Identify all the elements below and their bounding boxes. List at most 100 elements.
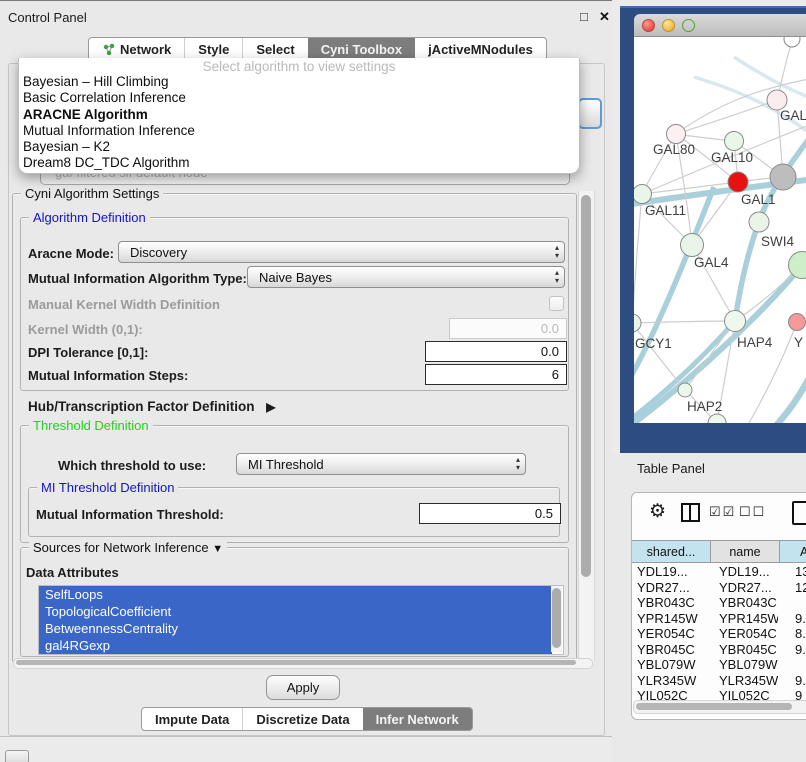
- panel-corner-button[interactable]: [5, 750, 29, 762]
- network-canvas[interactable]: GALGAL80GAL10GAL1GAL11SWI4GAL4GCY1HAP4YH…: [634, 37, 806, 423]
- table-cell: YDR27...: [632, 580, 710, 596]
- attribute-item[interactable]: gal4RGexp: [39, 637, 552, 654]
- bottom-tab-bar: Impute Data Discretize DataInfer Network: [141, 707, 473, 731]
- algorithm-option[interactable]: Dream8 DC_TDC Algorithm: [19, 155, 579, 171]
- network-node-gcy1[interactable]: [634, 314, 641, 332]
- network-node-gal10[interactable]: [725, 132, 744, 151]
- mi-algorithm-type-label: Mutual Information Algorithm Type:: [28, 271, 247, 286]
- tab-discretize-data[interactable]: Discretize Data: [242, 708, 362, 730]
- table-row[interactable]: YBR043CYBR043C: [632, 595, 806, 611]
- settings-vertical-scrollbar[interactable]: [578, 191, 595, 661]
- which-threshold-combo[interactable]: MI Threshold ▴▾: [236, 453, 526, 475]
- table-cell: YBL079W: [710, 657, 778, 673]
- settings-horizontal-scrollbar[interactable]: [13, 658, 593, 669]
- aracne-mode-combo[interactable]: Discovery ▴▾: [118, 241, 565, 263]
- mi-algorithm-type-combo[interactable]: Naive Bayes ▴▾: [247, 266, 565, 288]
- table-panel-section: Table Panel ⚙ ☑☑ ☐☐ shared...nameA YDL19…: [612, 453, 806, 762]
- network-node[interactable]: [770, 164, 796, 190]
- table-cell: 8.: [778, 626, 806, 642]
- combo-arrows-icon: ▴▾: [555, 269, 559, 285]
- algorithm-option[interactable]: ARACNE Algorithm: [19, 107, 579, 123]
- data-attributes-label: Data Attributes: [26, 565, 119, 580]
- network-node-gal4[interactable]: [681, 234, 704, 257]
- tab-infer-network[interactable]: Infer Network: [363, 708, 472, 730]
- tab-label: Impute Data: [155, 712, 229, 727]
- select-all-checks-icon[interactable]: ☑☑: [709, 504, 736, 520]
- table-cell: YLR345W: [632, 673, 710, 689]
- table-cell: 12: [778, 580, 806, 596]
- mi-steps-field[interactable]: 6: [425, 364, 567, 385]
- gear-icon[interactable]: ⚙: [649, 500, 666, 523]
- attribute-item[interactable]: SelfLoops: [39, 586, 552, 603]
- network-icon: [102, 43, 115, 56]
- close-icon[interactable]: ✕: [599, 9, 610, 25]
- table-cell: YBR045C: [632, 642, 710, 658]
- network-node-gal80[interactable]: [667, 125, 686, 144]
- control-panel-window: Control Panel □ ✕ NetworkStyleSelectCyni…: [0, 0, 612, 737]
- dpi-tolerance-value: 0.0: [541, 344, 559, 359]
- deselect-all-checks-icon[interactable]: ☐☐: [739, 504, 766, 520]
- network-edge: [634, 194, 642, 323]
- network-node-gal1[interactable]: [728, 172, 748, 192]
- network-node-hap2[interactable]: [678, 383, 692, 397]
- network-edge: [634, 321, 735, 323]
- algorithm-option[interactable]: Bayesian – K2: [19, 139, 579, 155]
- column-header[interactable]: A: [780, 540, 806, 563]
- attribute-item[interactable]: TopologicalCoefficient: [39, 603, 552, 620]
- network-node[interactable]: [708, 414, 726, 423]
- table-cell: YBR045C: [710, 642, 778, 658]
- collapsed-arrow-icon: ▶: [266, 400, 275, 414]
- table-row[interactable]: YBL079WYBL079W: [632, 657, 806, 673]
- algorithm-option[interactable]: Bayesian – Hill Climbing: [19, 74, 579, 90]
- combo-arrows-icon: ▴▾: [555, 244, 559, 260]
- network-node-gal11[interactable]: [634, 185, 652, 204]
- column-header[interactable]: name: [711, 540, 780, 563]
- minimize-traffic-light[interactable]: [662, 19, 675, 32]
- float-window-icon[interactable]: □: [580, 9, 588, 24]
- zoom-traffic-light[interactable]: [682, 19, 695, 32]
- node-label: GAL1: [741, 192, 776, 207]
- tab-label: Select: [256, 42, 294, 57]
- tab-impute-data[interactable]: Impute Data: [142, 708, 242, 730]
- attributes-list-scrollbar[interactable]: [551, 586, 562, 652]
- node-label: HAP2: [687, 399, 722, 414]
- table-cell: YBR043C: [710, 595, 778, 611]
- table-cell: YPR145W: [632, 611, 710, 627]
- network-node-hap4[interactable]: [725, 311, 746, 332]
- apply-button[interactable]: Apply: [266, 675, 340, 700]
- table-row[interactable]: YPR145WYPR145W9.: [632, 611, 806, 627]
- table-cell: YER054C: [632, 626, 710, 642]
- node-label: GAL11: [645, 203, 686, 218]
- form-view-icon[interactable]: [792, 501, 806, 525]
- network-node-swi4[interactable]: [749, 212, 769, 232]
- table-row[interactable]: YER054CYER054C8.: [632, 626, 806, 642]
- table-panel-title: Table Panel: [637, 461, 705, 476]
- table-row[interactable]: YDR27...YDR27...12: [632, 580, 806, 596]
- sources-title[interactable]: Sources for Network Inference ▼: [29, 540, 227, 555]
- data-attributes-list[interactable]: SelfLoopsTopologicalCoefficientBetweenne…: [38, 585, 564, 655]
- table-row[interactable]: YDL19...YDL19...13: [632, 564, 806, 580]
- manual-kernel-checkbox[interactable]: [549, 296, 564, 311]
- mi-steps-label: Mutual Information Steps:: [28, 368, 188, 383]
- network-node-gal[interactable]: [767, 90, 787, 110]
- kernel-width-field[interactable]: 0.0: [449, 318, 567, 339]
- column-header[interactable]: shared...: [632, 540, 711, 563]
- close-traffic-light[interactable]: [642, 19, 655, 32]
- dpi-tolerance-field[interactable]: 0.0: [425, 341, 567, 362]
- algorithm-option[interactable]: Mutual Information Inference: [19, 123, 579, 139]
- network-window-titlebar[interactable]: [634, 14, 806, 37]
- network-edge: [685, 321, 735, 390]
- table-horizontal-scrollbar[interactable]: [633, 700, 806, 714]
- attribute-item[interactable]: BetweennessCentrality: [39, 620, 552, 637]
- hub-section-toggle[interactable]: Hub/Transcription Factor Definition ▶: [28, 399, 276, 414]
- mi-threshold-field[interactable]: 0.5: [419, 503, 561, 524]
- table-row[interactable]: YLR345WYLR345W9.: [632, 673, 806, 689]
- aracne-mode-label: Aracne Mode:: [28, 246, 114, 261]
- network-node[interactable]: [784, 37, 800, 47]
- network-node-y[interactable]: [789, 314, 806, 331]
- table-row[interactable]: YBR045CYBR045C9.: [632, 642, 806, 658]
- inference-combo-fragment[interactable]: [578, 98, 602, 129]
- node-label: GAL: [780, 108, 806, 123]
- split-columns-icon[interactable]: [681, 503, 700, 522]
- algorithm-option[interactable]: Basic Correlation Inference: [19, 90, 579, 106]
